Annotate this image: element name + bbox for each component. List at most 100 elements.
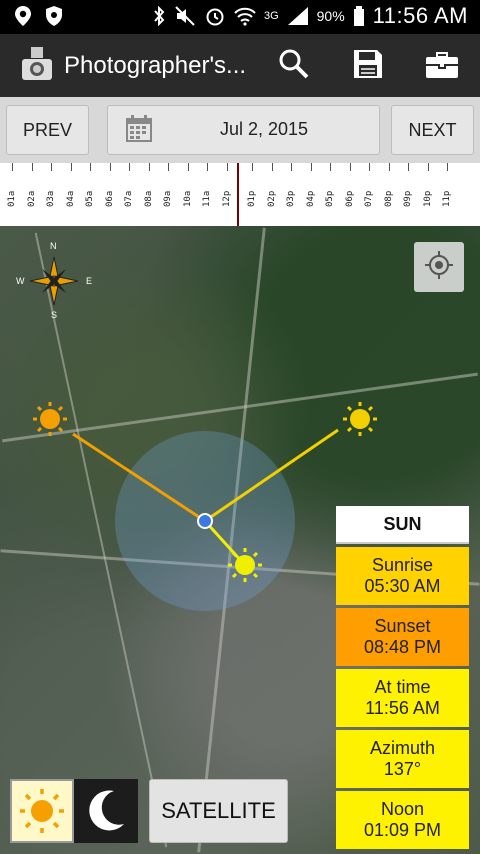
ruler-tick	[31, 163, 33, 171]
ruler-tick	[427, 163, 429, 171]
azimuth-label: Azimuth	[369, 738, 436, 758]
ruler-tick	[90, 163, 91, 171]
status-bar: 3G 90% 11:56 AM	[0, 0, 480, 34]
battery-icon	[353, 5, 365, 27]
ruler-label: 12p	[221, 190, 232, 207]
ruler-tick	[330, 163, 331, 171]
sunrise-info[interactable]: Sunrise 05:30 AM	[336, 547, 469, 605]
app-title: Photographer's...	[64, 52, 247, 79]
location-marker	[197, 513, 213, 529]
ruler-tick	[252, 163, 253, 171]
compass-w: W	[16, 276, 25, 286]
noon-value: 01:09 PM	[363, 820, 442, 840]
ruler-tick	[148, 163, 150, 171]
ruler-label: 06p	[344, 190, 355, 207]
ruler-label: 05a	[85, 190, 95, 207]
briefcase-icon[interactable]	[425, 48, 459, 85]
ruler-label: 04p	[305, 190, 316, 207]
compass-s: S	[51, 310, 58, 320]
ruler-tick	[51, 163, 52, 171]
noon-info[interactable]: Noon 01:09 PM	[336, 791, 469, 849]
bluetooth-icon	[152, 5, 166, 27]
battery-percent: 90%	[316, 8, 345, 24]
date-label: Jul 2, 2015	[220, 119, 309, 139]
camera-app-icon[interactable]	[20, 46, 54, 87]
ruler-tick	[187, 163, 189, 171]
ruler-tick	[109, 163, 111, 171]
ruler-tick	[369, 163, 370, 171]
ruler-label: 08p	[383, 190, 394, 207]
sunset-label: Sunset	[374, 616, 431, 636]
ruler-label: 01p	[247, 190, 257, 207]
ruler-label: 01a	[7, 190, 17, 207]
sunrise-label: Sunrise	[371, 555, 434, 575]
azimuth-info[interactable]: Azimuth 137°	[336, 730, 469, 788]
at-time-value: 11:56 AM	[365, 698, 440, 718]
noon-label: Noon	[380, 799, 425, 819]
ruler-tick	[271, 163, 273, 171]
compass-e: E	[86, 276, 93, 286]
ruler-tick	[388, 163, 390, 171]
ruler-label: 06a	[104, 190, 115, 207]
compass-rose	[29, 256, 79, 306]
ruler-label: 08a	[143, 190, 154, 207]
time-ruler[interactable]: 01a 02a 03a 04a 05a 06a 07a 08a 09a 10a 11a 12p 01p 0…	[0, 163, 480, 226]
ruler-label: 02a	[26, 190, 37, 207]
compass-n: N	[50, 241, 57, 251]
map-type-button[interactable]: SATELLITE	[149, 779, 288, 843]
crosshair-icon	[424, 250, 454, 285]
ruler-label: 10a	[182, 190, 193, 207]
ruler-label: 11p	[442, 190, 452, 207]
azimuth-value: 137°	[383, 759, 422, 779]
ruler-tick	[447, 163, 448, 171]
ruler-label: 05p	[325, 190, 335, 207]
next-button[interactable]: NEXT	[391, 105, 474, 155]
mute-icon	[174, 5, 196, 27]
ruler-label: 07a	[124, 190, 134, 207]
sunrise-sun-icon	[33, 402, 67, 436]
at-time-info[interactable]: At time 11:56 AM	[336, 669, 469, 727]
ruler-tick	[291, 163, 292, 171]
sunset-value: 08:48 PM	[363, 637, 442, 657]
sunrise-value: 05:30 AM	[364, 576, 441, 596]
ruler-tick	[168, 163, 169, 171]
ruler-tick	[207, 163, 208, 171]
search-icon[interactable]	[278, 48, 310, 85]
action-bar: Photographer's...	[0, 34, 480, 97]
ruler-tick	[129, 163, 130, 171]
ruler-label: 10p	[422, 190, 433, 207]
sunset-sun-icon	[343, 402, 377, 436]
ruler-tick	[349, 163, 351, 171]
save-icon[interactable]	[352, 48, 384, 85]
ruler-label: 03p	[286, 190, 296, 207]
network-type: 3G	[263, 10, 279, 22]
ruler-label: 09p	[403, 190, 413, 207]
alarm-icon	[204, 5, 226, 27]
sun-icon	[20, 789, 64, 833]
ruler-tick	[408, 163, 409, 171]
sunset-info[interactable]: Sunset 08:48 PM	[336, 608, 469, 666]
prev-button[interactable]: PREV	[6, 105, 89, 155]
ruler-label: 04a	[65, 190, 76, 207]
ruler-label: 07p	[364, 190, 374, 207]
ruler-tick	[12, 163, 13, 171]
wifi-icon	[234, 6, 256, 26]
ruler-label: 11a	[202, 190, 212, 207]
calendar-icon	[124, 114, 154, 149]
sun-info-panel: SUN Sunrise 05:30 AM Sunset 08:48 PM At …	[336, 506, 469, 849]
at-time-label: At time	[374, 677, 431, 697]
date-picker-button[interactable]: Jul 2, 2015	[107, 105, 380, 155]
date-bar: PREV Jul 2, 2015 NEXT	[0, 97, 480, 163]
current-time-indicator[interactable]	[237, 163, 239, 226]
my-location-button[interactable]	[414, 242, 464, 292]
ruler-label: 02p	[266, 190, 277, 207]
shield-icon	[44, 5, 64, 27]
location-pin-icon	[14, 5, 32, 27]
signal-icon	[287, 6, 309, 26]
moon-mode-button[interactable]	[74, 779, 138, 843]
ruler-label: 09a	[163, 190, 173, 207]
ruler-tick	[70, 163, 72, 171]
sun-mode-button[interactable]	[10, 779, 74, 843]
clock: 11:56 AM	[372, 3, 468, 28]
sun-panel-header: SUN	[336, 506, 469, 544]
